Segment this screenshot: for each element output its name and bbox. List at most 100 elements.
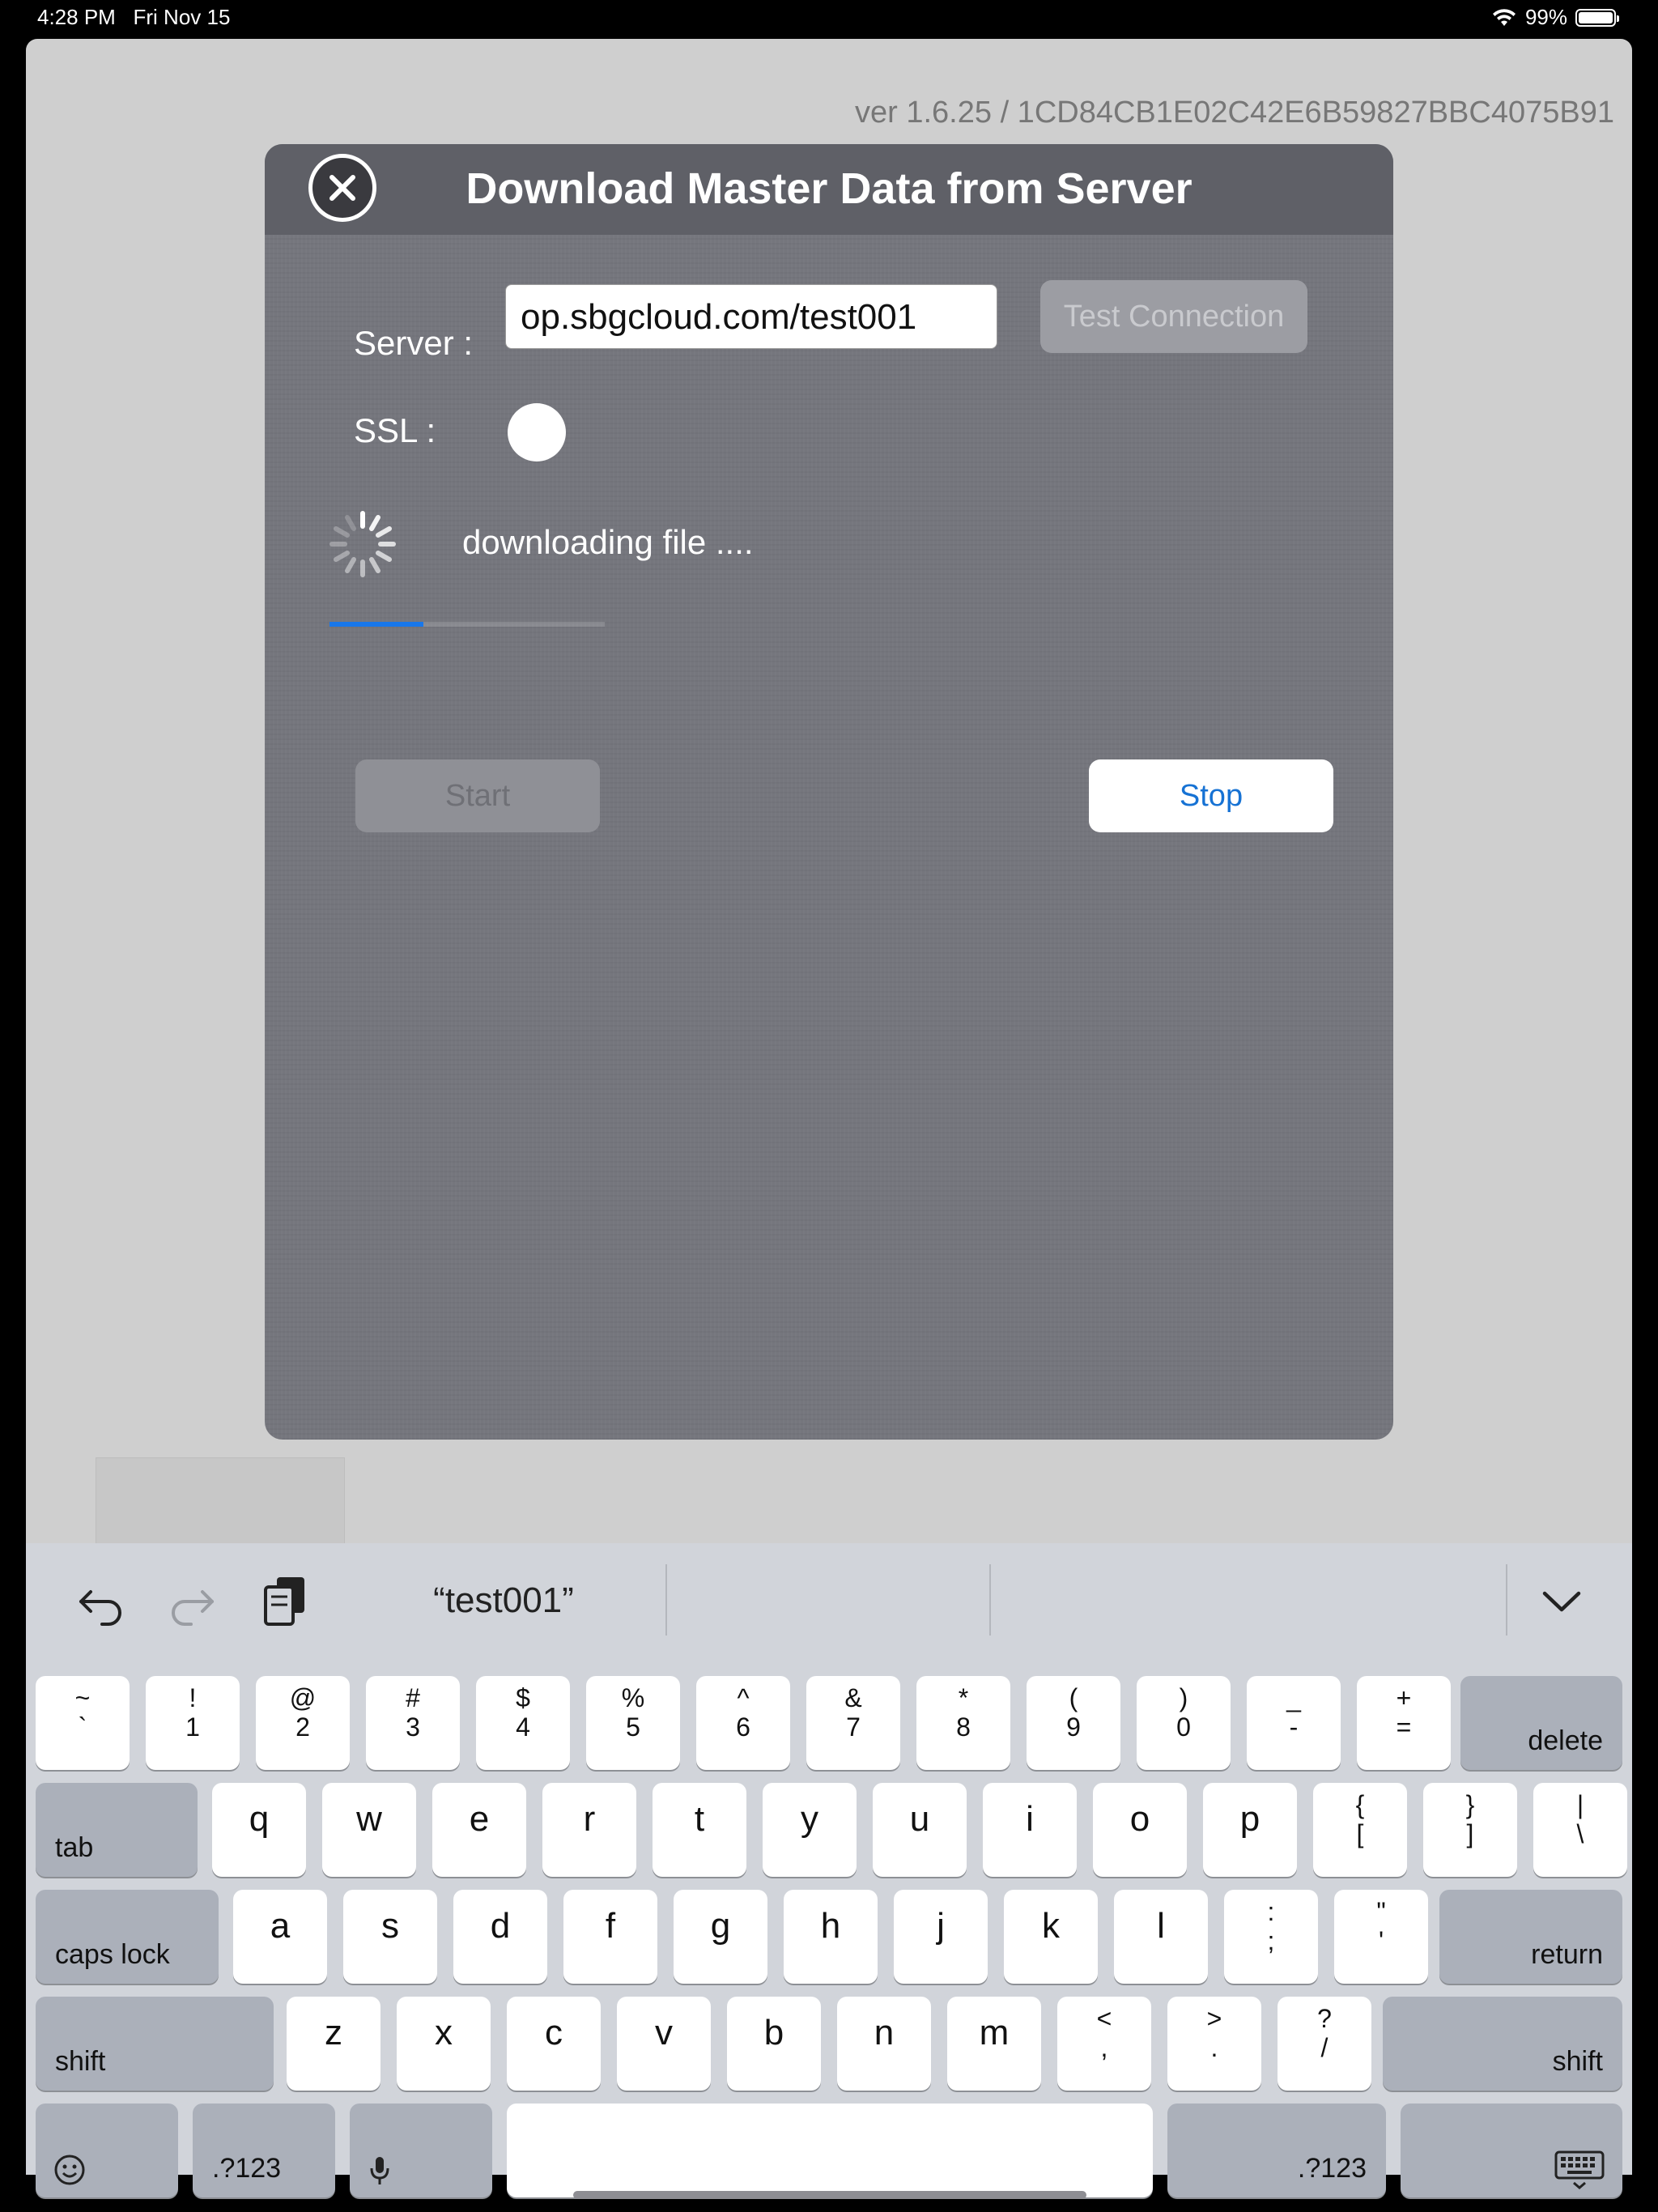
date: Fri Nov 15 [133,5,231,29]
stop-button[interactable]: Stop [1089,759,1333,832]
key-5[interactable]: % 5 [586,1676,680,1770]
key-6[interactable]: ^ 6 [696,1676,790,1770]
key-label-top: _ [1286,1683,1301,1712]
dictation-key[interactable] [350,2104,492,2197]
key-b[interactable]: b [727,1997,821,2091]
background-panel [96,1457,345,1543]
key-h[interactable]: h [784,1890,878,1984]
key-][interactable]: }] [1423,1783,1517,1877]
key-'[interactable]: " ' [1334,1890,1428,1984]
key-label: h [820,1906,841,1946]
emoji-key[interactable] [36,2104,178,2197]
key-.[interactable]: >. [1167,1997,1261,2091]
key-j[interactable]: j [894,1890,988,1984]
shift-key-right[interactable]: shift [1383,1997,1622,2091]
key-i[interactable]: i [983,1783,1077,1877]
key-label-top: : [1267,1897,1275,1926]
shift-key-left[interactable]: shift [36,1997,274,2091]
key-7[interactable]: & 7 [806,1676,900,1770]
key-p[interactable]: p [1203,1783,1297,1877]
home-indicator[interactable] [573,2191,1086,2199]
clipboard-icon[interactable] [257,1572,314,1629]
key-l[interactable]: l [1114,1890,1208,1984]
key-4[interactable]: $4 [476,1676,570,1770]
key-r[interactable]: r [542,1783,636,1877]
key-9[interactable]: (9 [1027,1676,1120,1770]
key-n[interactable]: n [837,1997,931,2091]
key-`[interactable]: ~ ` [36,1676,130,1770]
key-0[interactable]: ) 0 [1137,1676,1231,1770]
key-v[interactable]: v [617,1997,711,2091]
key-,[interactable]: <, [1057,1997,1151,2091]
redo-icon[interactable] [164,1572,220,1629]
key-label: caps lock [55,1939,170,1970]
key-q[interactable]: q [212,1783,306,1877]
key-y[interactable]: y [763,1783,857,1877]
key-label: shift [55,2046,106,2077]
delete-key[interactable]: delete [1460,1676,1622,1770]
dialog-title: Download Master Data from Server [466,164,1192,213]
key-label-top: # [406,1683,420,1712]
key-label-top: ) [1179,1683,1188,1712]
key-label-top: < [1096,2004,1112,2033]
key-label-bottom: 5 [626,1712,640,1742]
key-label: y [801,1799,818,1839]
numbers-key-left[interactable]: .?123 [193,2104,335,2197]
autocomplete-suggestion[interactable]: “test001” [382,1580,625,1621]
key-z[interactable]: z [287,1997,380,2091]
key-label-bottom: , [1100,2033,1108,2062]
key-3[interactable]: #3 [366,1676,460,1770]
key-label-bottom: - [1289,1712,1299,1742]
key-/[interactable]: ? / [1278,1997,1371,2091]
key--[interactable]: _ - [1247,1676,1341,1770]
key-;[interactable]: :; [1224,1890,1318,1984]
caps-lock-key[interactable]: caps lock [36,1890,219,1984]
key-g[interactable]: g [674,1890,767,1984]
key-label: n [874,2013,895,2052]
ssl-toggle[interactable] [508,403,566,462]
close-button[interactable] [308,154,376,222]
key-x[interactable]: x [397,1997,491,2091]
key-u[interactable]: u [873,1783,967,1877]
key-label-bottom: / [1320,2033,1329,2062]
start-button[interactable]: Start [355,759,600,832]
tab-key[interactable]: tab [36,1783,198,1877]
key-a[interactable]: a [233,1890,327,1984]
key-=[interactable]: + = [1357,1676,1451,1770]
key-\[interactable]: | \ [1533,1783,1627,1877]
key-8[interactable]: * 8 [916,1676,1010,1770]
key-k[interactable]: k [1004,1890,1098,1984]
key-label: u [909,1799,930,1839]
progress-fill [329,622,423,627]
status-right: 99% [1491,5,1619,30]
key-m[interactable]: m [947,1997,1041,2091]
key-f[interactable]: f [563,1890,657,1984]
key-w[interactable]: w [322,1783,416,1877]
return-key[interactable]: return [1439,1890,1622,1984]
server-input[interactable]: op.sbgcloud.com/test001 [505,284,997,349]
key-label: c [545,2013,563,2052]
microphone-icon [370,2157,389,2184]
numbers-key-right[interactable]: .?123 [1167,2104,1386,2197]
key-s[interactable]: s [343,1890,437,1984]
key-o[interactable]: o [1093,1783,1187,1877]
keyboard-dismiss-icon [1554,2150,1605,2189]
key-label: f [605,1906,616,1946]
key-[[interactable]: {[ [1313,1783,1407,1877]
key-label: return [1531,1939,1603,1970]
key-c[interactable]: c [507,1997,601,2091]
server-label: Server : [354,324,474,362]
key-t[interactable]: t [653,1783,746,1877]
space-key[interactable] [507,2104,1153,2197]
key-d[interactable]: d [453,1890,547,1984]
undo-icon[interactable] [73,1572,130,1629]
key-label: r [583,1799,596,1839]
test-connection-button[interactable]: Test Connection [1040,280,1307,353]
hide-keyboard-key[interactable] [1401,2104,1622,2197]
key-label-bottom: 1 [185,1712,200,1742]
key-e[interactable]: e [432,1783,526,1877]
chevron-down-icon[interactable] [1533,1572,1590,1629]
key-2[interactable]: @2 [256,1676,350,1770]
key-label-top: @ [289,1683,317,1712]
key-1[interactable]: ! 1 [146,1676,240,1770]
